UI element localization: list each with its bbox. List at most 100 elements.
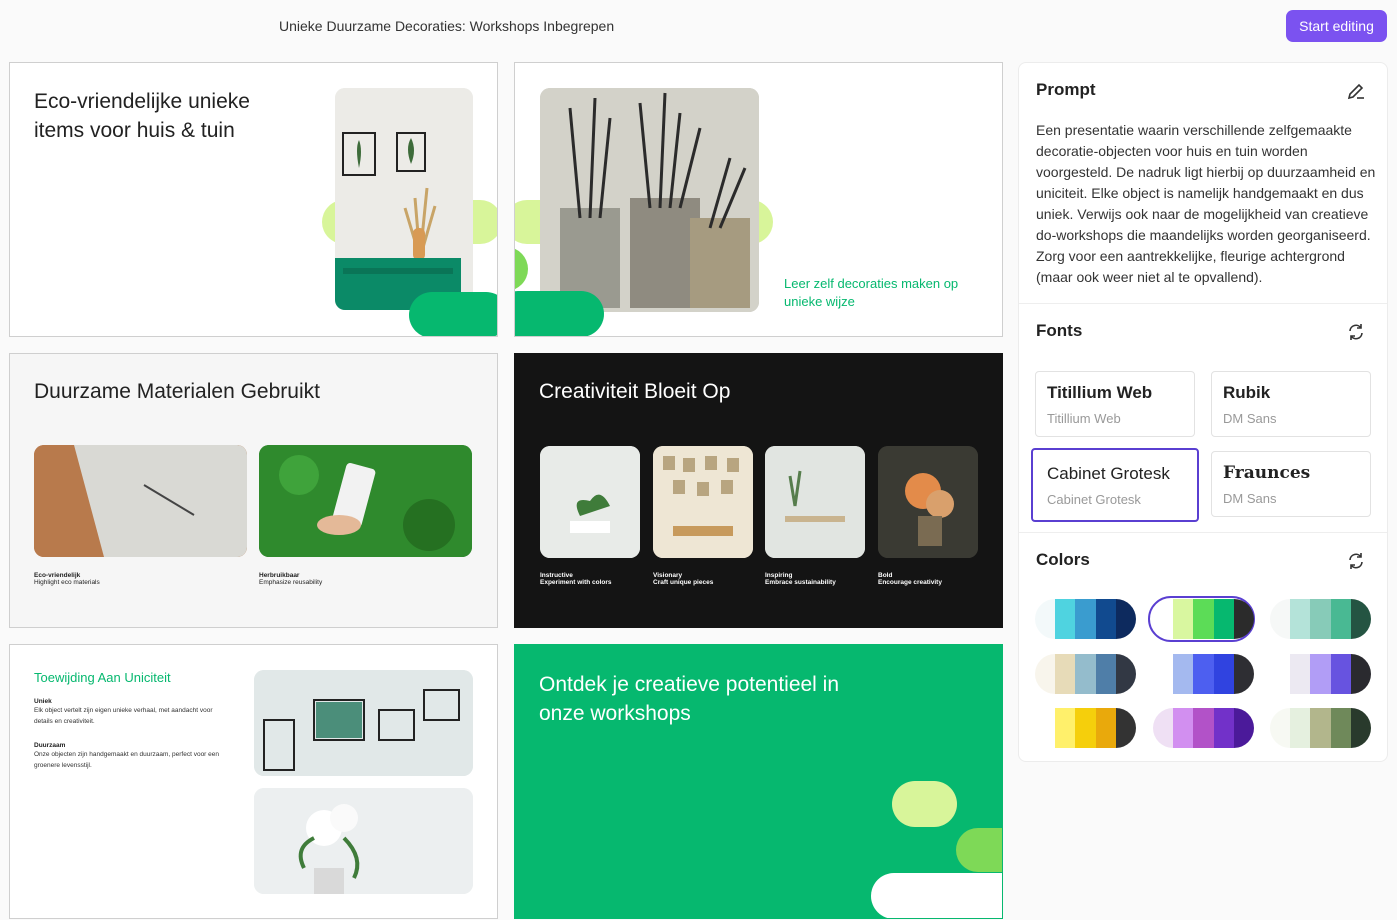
palette-color [1233,654,1254,694]
item-unique: Uniek Elk object vertelt zijn eigen unie… [34,698,229,727]
item-heading: Uniek [34,698,52,705]
palette-color [1290,599,1311,639]
slide-3-title: Duurzame Materialen Gebruikt [34,380,320,403]
palette-color [1035,599,1056,639]
item-text: Craft unique pieces [653,579,714,586]
palette-color [1075,599,1096,639]
item-heading: Instructive [540,572,573,579]
palette-color [1290,708,1311,748]
item-heading: Herbruikbaar [259,572,300,579]
palette-color [1330,708,1351,748]
decor-pill [871,873,1002,918]
refresh-fonts-icon[interactable] [1346,322,1366,342]
font-name: Titillium Web [1047,383,1153,402]
palette-color [1055,599,1076,639]
palette-color [1095,708,1116,748]
item-text: Emphasize reusability [259,579,323,586]
item-heading: Inspiring [765,572,793,579]
font-option-titillium[interactable]: Titillium Web Titillium Web [1035,371,1195,437]
palette-color [1075,708,1096,748]
item-eco: Eco-vriendelijk Highlight eco materials [34,572,234,586]
color-palette-option[interactable] [1035,654,1136,694]
color-palette-option[interactable] [1270,708,1371,748]
item-1: Instructive Experiment with colors [540,572,650,586]
photo-1 [540,446,640,558]
palette-color [1095,599,1116,639]
decor-pill [409,292,497,336]
item-3: Inspiring Embrace sustainability [765,572,875,586]
slide-4-title: Creativiteit Bloeit Op [539,380,731,403]
palette-color [1213,654,1234,694]
palette-color [1330,654,1351,694]
settings-panel: Prompt Een presentatie waarin verschille… [1018,62,1388,762]
materials-photo [34,445,247,557]
prompt-heading: Prompt [1036,80,1096,99]
palette-color [1193,599,1214,639]
palette-color [1055,654,1076,694]
font-name: Rubik [1223,383,1271,402]
item-heading: Bold [878,572,893,579]
color-palette-option[interactable] [1035,708,1136,748]
item-heading: Duurzaam [34,742,66,749]
slide-5-title: Toewijding Aan Uniciteit [34,670,171,685]
refresh-colors-icon[interactable] [1346,551,1366,571]
palette-color [1310,599,1331,639]
font-option-fraunces[interactable]: Fraunces DM Sans [1211,451,1371,517]
color-palette-option[interactable] [1153,708,1254,748]
color-palette-option[interactable] [1035,599,1136,639]
prompt-text[interactable]: Een presentatie waarin verschillende zel… [1036,120,1376,288]
slide-1-thumbnail[interactable]: Eco-vriendelijke unieke items voor huis … [9,62,498,337]
slide-5-thumbnail[interactable]: Toewijding Aan Uniciteit Uniek Elk objec… [9,644,498,919]
font-sub: Titillium Web [1047,411,1121,426]
font-sub: Cabinet Grotesk [1047,492,1141,507]
gallery-wall-photo [254,670,473,776]
color-palette-option[interactable] [1270,654,1371,694]
font-option-rubik[interactable]: Rubik DM Sans [1211,371,1371,437]
item-2: Visionary Craft unique pieces [653,572,763,586]
flowers-photo [254,788,473,894]
palette-color [1153,654,1174,694]
palette-color [1270,708,1291,748]
divider [1019,532,1387,533]
color-palette-option[interactable] [1153,599,1254,639]
palette-color [1115,654,1136,694]
decor-pill [956,828,1002,872]
palette-color [1310,708,1331,748]
decor-pill [515,291,604,336]
palette-color [1115,599,1136,639]
colors-heading: Colors [1036,550,1090,569]
slide-4-thumbnail[interactable]: Creativiteit Bloeit Op Instructive Experi… [514,353,1003,628]
fonts-heading: Fonts [1036,321,1083,340]
color-palette-option[interactable] [1270,599,1371,639]
font-option-cabinet-grotesk[interactable]: Cabinet Grotesk Cabinet Grotesk [1031,448,1199,522]
decor-circle [515,247,528,291]
color-palette-option[interactable] [1153,654,1254,694]
palette-color [1233,708,1254,748]
font-sub: DM Sans [1223,491,1277,506]
photo-3 [765,446,865,558]
slide-3-thumbnail[interactable]: Duurzame Materialen Gebruikt Eco-vriende… [9,353,498,628]
palette-color [1270,599,1291,639]
palette-color [1173,599,1194,639]
palette-color [1193,708,1214,748]
palette-color [1075,654,1096,694]
presentation-title: Unieke Duurzame Decoraties: Workshops In… [279,18,615,34]
palette-color [1095,654,1116,694]
palette-color [1173,708,1194,748]
palette-color [1213,599,1234,639]
item-heading: Eco-vriendelijk [34,572,81,579]
item-heading: Visionary [653,572,683,579]
palette-color [1055,708,1076,748]
start-editing-button[interactable]: Start editing [1286,10,1387,42]
item-text: Experiment with colors [540,579,612,586]
slide-6-thumbnail[interactable]: Ontdek je creatieve potentieel in onze w… [514,644,1003,919]
palette-color [1330,599,1351,639]
edit-pencil-icon[interactable] [1346,81,1366,101]
palette-color [1350,708,1371,748]
photo-4 [878,446,978,558]
slide-6-title: Ontdek je creatieve potentieel in onze w… [539,673,840,725]
slide-2-thumbnail[interactable]: Leer zelf decoraties maken op unieke wij… [514,62,1003,337]
item-text: Elk object vertelt zijn eigen unieke ver… [34,707,213,725]
photo-2 [653,446,753,558]
slide-2-subtitle: Leer zelf decoraties maken op unieke wij… [784,276,959,309]
